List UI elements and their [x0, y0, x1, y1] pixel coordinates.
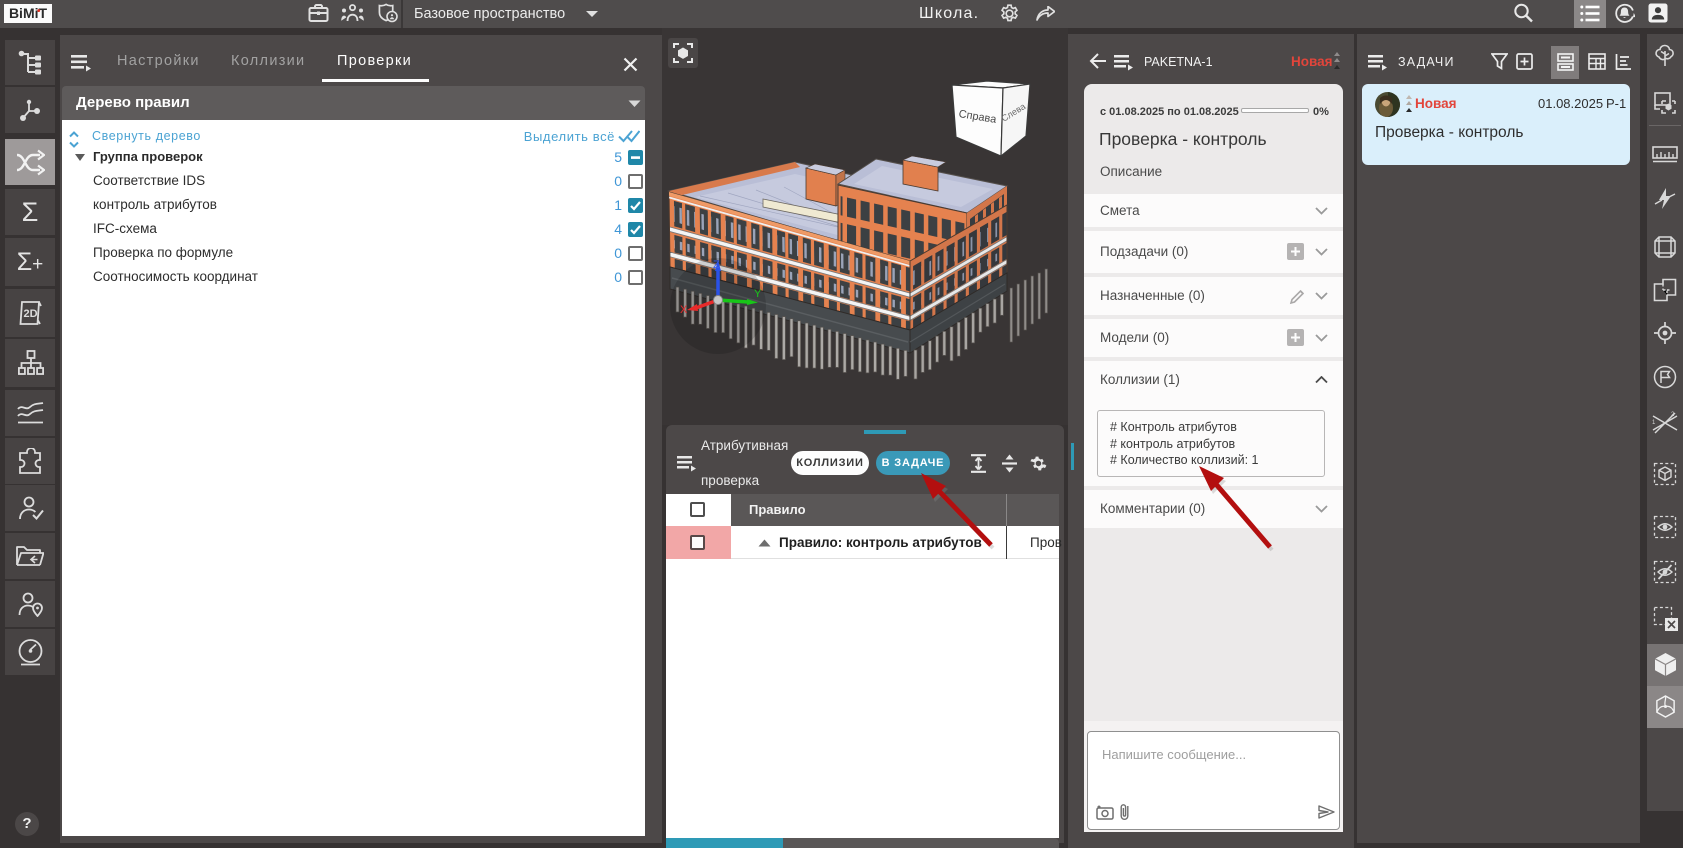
svg-text:2D: 2D: [24, 308, 38, 320]
svg-text:X: X: [680, 304, 688, 316]
svg-text:Y: Y: [754, 288, 762, 300]
svg-text:Z: Z: [713, 259, 720, 271]
svg-text:1: 1: [1652, 420, 1656, 426]
